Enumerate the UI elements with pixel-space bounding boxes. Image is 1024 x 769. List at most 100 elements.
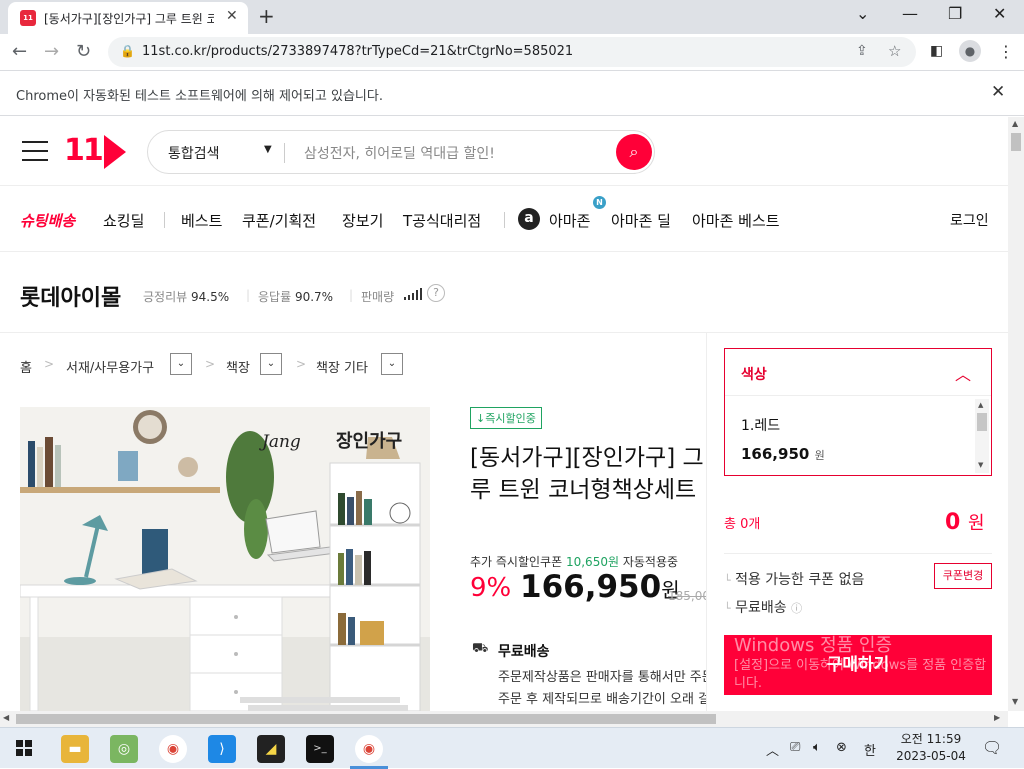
search-icon: ⌕ bbox=[629, 142, 639, 161]
nav-item-best[interactable]: 베스트 bbox=[181, 210, 222, 231]
shipping-title: 무료배송 bbox=[498, 644, 550, 660]
search-input[interactable]: 삼성전자, 히어로딜 역대급 할인! bbox=[304, 143, 495, 163]
lock-icon[interactable]: 🔒 bbox=[120, 44, 135, 58]
vscode-icon[interactable]: ⟩ bbox=[208, 735, 236, 763]
coupon-change-button[interactable]: 쿠폰변경 bbox=[934, 563, 992, 589]
windows-start-icon[interactable] bbox=[16, 740, 32, 756]
notification-off-icon[interactable]: ⊗ bbox=[836, 740, 847, 755]
search-box[interactable]: 통합검색 ▼ 삼성전자, 히어로딜 역대급 할인! ⌕ bbox=[147, 130, 655, 174]
chevron-right-icon: > bbox=[44, 357, 55, 371]
logo-arrow-icon bbox=[103, 134, 126, 169]
image-brand-text: 장인가구 bbox=[336, 431, 402, 452]
breadcrumb-bookcase[interactable]: 책장 bbox=[226, 357, 250, 376]
option-scrollbar[interactable]: ▲ ▼ bbox=[975, 399, 989, 473]
nav-item-amazon[interactable]: 아마존 bbox=[549, 210, 590, 231]
scroll-down-icon[interactable]: ▼ bbox=[978, 461, 983, 469]
product-photo-illustration: Jang 장인가구 bbox=[20, 407, 430, 711]
breadcrumb-category[interactable]: 서재/사무용가구 bbox=[66, 357, 154, 376]
sticky-notes-icon[interactable]: ◢ bbox=[257, 735, 285, 763]
volume-icon[interactable]: 🔈︎ bbox=[813, 740, 821, 755]
product-image[interactable]: Jang 장인가구 bbox=[20, 407, 430, 711]
nav-item-amazon-deal[interactable]: 아마존 딜 bbox=[611, 210, 671, 231]
chrome-active-icon[interactable]: ◉ bbox=[355, 735, 383, 763]
share-icon[interactable]: ⇪ bbox=[856, 43, 868, 59]
breadcrumb-home[interactable]: 홈 bbox=[20, 357, 32, 376]
tree-branch-icon: └ bbox=[724, 574, 731, 587]
action-center-icon[interactable]: 🗨︎ bbox=[982, 738, 1002, 757]
network-icon[interactable]: ⎚ bbox=[790, 740, 800, 755]
tree-branch-icon: └ bbox=[724, 602, 731, 615]
reload-icon[interactable]: ↻ bbox=[76, 41, 91, 62]
amazon-icon: a bbox=[518, 208, 540, 230]
restore-button[interactable]: ❐ bbox=[948, 4, 962, 23]
infobar-close-icon[interactable]: ✕ bbox=[991, 82, 1005, 102]
option-item-price: 166,950 원 bbox=[741, 445, 825, 463]
nav-item-shocking-deal[interactable]: 쇼킹딜 bbox=[103, 210, 144, 231]
tray-chevron-up-icon[interactable]: ︿ bbox=[766, 740, 779, 759]
back-icon[interactable]: ← bbox=[12, 41, 27, 62]
seller-bar: 롯데아이몰 긍정리뷰 94.5% | 응답률 90.7% | 판매량 ? bbox=[0, 251, 1008, 333]
caret-down-icon[interactable]: ▼ bbox=[264, 144, 272, 155]
vertical-scroll-thumb[interactable] bbox=[1011, 133, 1021, 151]
menu-kebab-icon[interactable]: ⋮ bbox=[998, 42, 1014, 61]
horizontal-scroll-thumb[interactable] bbox=[16, 714, 716, 724]
page-viewport: 11 통합검색 ▼ 삼성전자, 히어로딜 역대급 할인! ⌕ 슈팅배송 쇼킹딜 … bbox=[0, 117, 1008, 711]
tab-search-icon[interactable]: ⌄ bbox=[856, 4, 869, 23]
window-close-button[interactable]: ✕ bbox=[993, 4, 1006, 23]
login-link[interactable]: 로그인 bbox=[950, 210, 989, 230]
site-logo[interactable]: 11 bbox=[64, 133, 126, 169]
new-tab-button[interactable]: + bbox=[258, 4, 275, 28]
nav-item-shooting-delivery[interactable]: 슈팅배송 bbox=[20, 210, 75, 231]
bookmark-star-icon[interactable]: ☆ bbox=[888, 42, 901, 60]
nav-item-coupon[interactable]: 쿠폰/기획전 bbox=[242, 210, 316, 231]
nav-item-amazon-best[interactable]: 아마존 베스트 bbox=[692, 210, 780, 231]
system-clock[interactable]: 오전 11:59 2023-05-04 bbox=[896, 731, 966, 765]
breadcrumb-dropdown[interactable]: ⌄ bbox=[170, 353, 192, 375]
tab-close-icon[interactable]: ✕ bbox=[226, 8, 238, 24]
horizontal-scrollbar[interactable]: ◀ ▶ bbox=[0, 711, 1008, 727]
breadcrumb-bookcase-etc[interactable]: 책장 기타 bbox=[316, 357, 368, 376]
category-nav: 슈팅배송 쇼킹딜 베스트 쿠폰/기획전 장보기 T공식대리점 a 아마존 N 아… bbox=[0, 185, 1008, 251]
search-button[interactable]: ⌕ bbox=[616, 134, 652, 170]
svg-text:Jang: Jang bbox=[259, 432, 301, 452]
coupon-none-text: 적용 가능한 쿠폰 없음 bbox=[735, 572, 865, 588]
positive-review-stat: 긍정리뷰 94.5% bbox=[143, 288, 229, 305]
search-category[interactable]: 통합검색 bbox=[168, 143, 220, 163]
option-item-name[interactable]: 1.레드 bbox=[741, 415, 780, 435]
file-explorer-icon[interactable]: ▬ bbox=[61, 735, 89, 763]
scroll-down-icon[interactable]: ▼ bbox=[1012, 697, 1018, 706]
free-shipping-status: └ 무료배송 ⓘ bbox=[724, 597, 802, 617]
hamburger-menu-icon[interactable] bbox=[22, 141, 48, 161]
side-panel-icon[interactable]: ◧ bbox=[930, 43, 943, 59]
chrome-icon[interactable]: ◉ bbox=[159, 735, 187, 763]
terminal-icon[interactable]: >_ bbox=[306, 735, 334, 763]
profile-avatar[interactable]: ● bbox=[959, 40, 981, 62]
scroll-right-icon[interactable]: ▶ bbox=[994, 713, 1000, 722]
color-option-select[interactable]: 색상 ︿ 1.레드 166,950 원 ▲ ▼ bbox=[724, 348, 992, 476]
price-value: 166,950 bbox=[520, 569, 662, 605]
vertical-scrollbar[interactable]: ▲ ▼ bbox=[1008, 117, 1024, 711]
coupon-amount: 10,650원 bbox=[565, 555, 619, 569]
minimize-button[interactable]: — bbox=[902, 4, 918, 23]
option-scroll-thumb[interactable] bbox=[977, 413, 987, 431]
url-text[interactable]: 11st.co.kr/products/2733897478?trTypeCd=… bbox=[142, 44, 573, 59]
scroll-up-icon[interactable]: ▲ bbox=[1012, 119, 1018, 128]
forward-icon[interactable]: → bbox=[44, 41, 59, 62]
address-bar[interactable]: 🔒 11st.co.kr/products/2733897478?trTypeC… bbox=[108, 37, 916, 67]
seller-name[interactable]: 롯데아이몰 bbox=[20, 280, 121, 312]
info-icon[interactable]: ⓘ bbox=[791, 602, 802, 615]
nav-item-grocery[interactable]: 장보기 bbox=[342, 210, 383, 231]
help-icon[interactable]: ? bbox=[427, 284, 445, 302]
tab-title: [동서가구][장인가구] 그루 트윈 코너형책상세트 bbox=[44, 12, 214, 26]
breadcrumb-dropdown[interactable]: ⌄ bbox=[260, 353, 282, 375]
breadcrumb-dropdown[interactable]: ⌄ bbox=[381, 353, 403, 375]
browser-tab[interactable]: 11 [동서가구][장인가구] 그루 트윈 코너형책상세트 ✕ bbox=[8, 2, 248, 34]
option-header[interactable]: 색상 ︿ bbox=[725, 349, 991, 396]
chevron-up-icon[interactable]: ︿ bbox=[955, 361, 971, 385]
maps-app-icon[interactable]: ◎ bbox=[110, 735, 138, 763]
scroll-left-icon[interactable]: ◀ bbox=[3, 713, 9, 722]
nav-item-t-dealer[interactable]: T공식대리점 bbox=[403, 210, 481, 231]
ime-indicator[interactable]: 한 bbox=[864, 740, 876, 759]
sales-stat: 판매량 bbox=[361, 288, 394, 305]
scroll-up-icon[interactable]: ▲ bbox=[978, 401, 983, 409]
